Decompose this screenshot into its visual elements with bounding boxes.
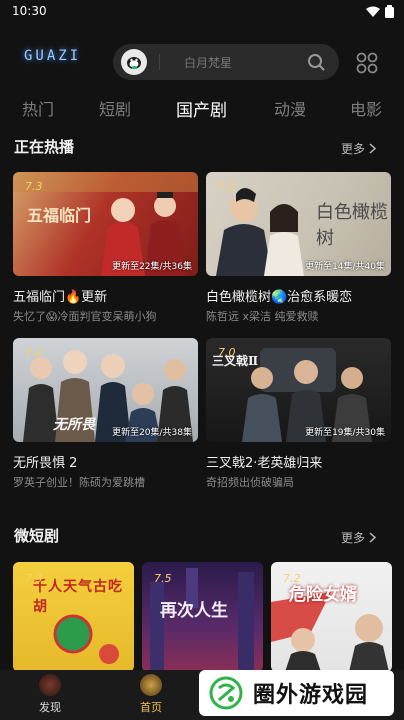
drama-card[interactable]: 白色橄榄树 7.2 更新至14集/共40集 白色橄榄树🌏治愈系暖恋 陈哲远 x梁… xyxy=(206,172,391,324)
wifi-icon xyxy=(366,6,380,17)
drama-thumbnail[interactable]: 三叉戟Ⅱ 7.0 更新至19集/共30集 xyxy=(206,338,391,442)
drama-thumbnail[interactable]: 白色橄榄树 7.2 更新至14集/共40集 xyxy=(206,172,391,276)
home-icon xyxy=(140,674,162,696)
short-drama-card[interactable]: 危险女婿 7.2 xyxy=(271,562,392,672)
status-time: 10:30 xyxy=(12,4,47,18)
drama-card[interactable]: 无所畏 7.2 更新至20集/共38集 无所畏惧 2 罗英子创业！陈硕为爱跳槽 xyxy=(13,338,198,490)
poster-title: 再次人生 xyxy=(160,601,228,621)
tab-movie[interactable]: 电影 xyxy=(350,96,382,120)
hot-more-label: 更多 xyxy=(340,142,365,156)
search-avatar-icon xyxy=(121,49,147,75)
status-icons xyxy=(366,4,394,18)
drama-card[interactable]: 三叉戟Ⅱ 7.0 更新至19集/共30集 三叉戟2·老英雄归来 奇招频出侦破骗局 xyxy=(206,338,391,490)
search-bar[interactable]: 白月梵星 xyxy=(113,44,339,80)
search-icon[interactable] xyxy=(307,53,325,71)
shorts-more-link[interactable]: 更多 xyxy=(341,529,376,546)
episode-status: 更新至14集/共40集 xyxy=(305,262,385,272)
rating-badge: 7.2 xyxy=(218,180,236,193)
drama-subtitle: 陈哲远 x梁洁 纯爱救赎 xyxy=(206,310,319,323)
drama-title: 无所畏惧 2 xyxy=(13,456,78,471)
poster-title: 千人天气古吃胡 xyxy=(33,579,123,615)
search-placeholder[interactable]: 白月梵星 xyxy=(184,54,307,71)
drama-thumbnail[interactable]: 无所畏 7.2 更新至20集/共38集 xyxy=(13,338,198,442)
short-drama-card[interactable]: 再次人生 7.5 xyxy=(142,562,263,672)
drama-card[interactable]: 五福临门 7.3 更新至22集/共36集 五福临门🔥更新 失忆了😱冷面判官变呆萌… xyxy=(13,172,198,324)
grid-menu-icon[interactable] xyxy=(356,52,378,74)
nav-discover-label: 发现 xyxy=(39,701,61,714)
discover-icon xyxy=(39,674,61,696)
nav-home[interactable]: 首页 xyxy=(131,674,171,715)
rating-badge: 7.0 xyxy=(218,346,236,359)
category-tabs: 热门 短剧 国产剧 动漫 电影 xyxy=(0,96,404,122)
section-title-shorts: 微短剧 xyxy=(14,527,60,545)
status-bar: 10:30 xyxy=(0,0,404,22)
drama-title: 五福临门🔥更新 xyxy=(13,290,108,305)
tab-anime[interactable]: 动漫 xyxy=(274,96,306,120)
section-title-hot: 正在热播 xyxy=(14,138,75,156)
drama-title: 白色橄榄树🌏治愈系暖恋 xyxy=(206,290,353,305)
episode-status: 更新至22集/共36集 xyxy=(112,262,192,272)
battery-icon xyxy=(385,4,394,18)
tab-shorts[interactable]: 短剧 xyxy=(99,96,131,120)
poster-title: 无所畏 xyxy=(53,417,95,433)
tab-domestic-drama[interactable]: 国产剧 xyxy=(176,96,227,121)
search-divider xyxy=(159,54,160,70)
site-watermark: 圈外游戏园 xyxy=(199,670,394,716)
drama-thumbnail[interactable]: 五福临门 7.3 更新至22集/共36集 xyxy=(13,172,198,276)
drama-subtitle: 罗英子创业！陈硕为爱跳槽 xyxy=(13,476,145,489)
chevron-right-icon xyxy=(369,143,376,154)
drama-subtitle: 奇招频出侦破骗局 xyxy=(206,476,294,489)
tab-hot[interactable]: 热门 xyxy=(22,96,54,120)
rating-badge: 7.5 xyxy=(154,572,172,585)
episode-status: 更新至20集/共38集 xyxy=(112,428,192,438)
chevron-right-icon xyxy=(369,532,376,543)
watermark-text: 圈外游戏园 xyxy=(253,683,369,708)
drama-subtitle: 失忆了😱冷面判官变呆萌小狗 xyxy=(13,310,157,323)
poster-title: 五福临门 xyxy=(27,206,92,225)
rating-badge: 7.3 xyxy=(25,180,43,193)
app-logo[interactable]: GUAZI xyxy=(24,48,81,64)
short-drama-card[interactable]: 千人天气古吃胡 7.3 xyxy=(13,562,134,672)
top-bar: GUAZI 白月梵星 xyxy=(0,44,404,80)
watermark-logo-icon xyxy=(209,676,243,710)
drama-title: 三叉戟2·老英雄归来 xyxy=(206,456,323,471)
hot-more-link[interactable]: 更多 xyxy=(341,140,376,157)
shorts-more-label: 更多 xyxy=(340,531,365,545)
episode-status: 更新至19集/共30集 xyxy=(305,428,385,438)
poster-title: 白色橄榄树 xyxy=(316,202,388,249)
rating-badge: 7.3 xyxy=(25,572,43,585)
nav-home-label: 首页 xyxy=(140,701,162,714)
nav-discover[interactable]: 发现 xyxy=(30,674,70,715)
rating-badge: 7.2 xyxy=(283,572,301,585)
rating-badge: 7.2 xyxy=(25,346,43,359)
